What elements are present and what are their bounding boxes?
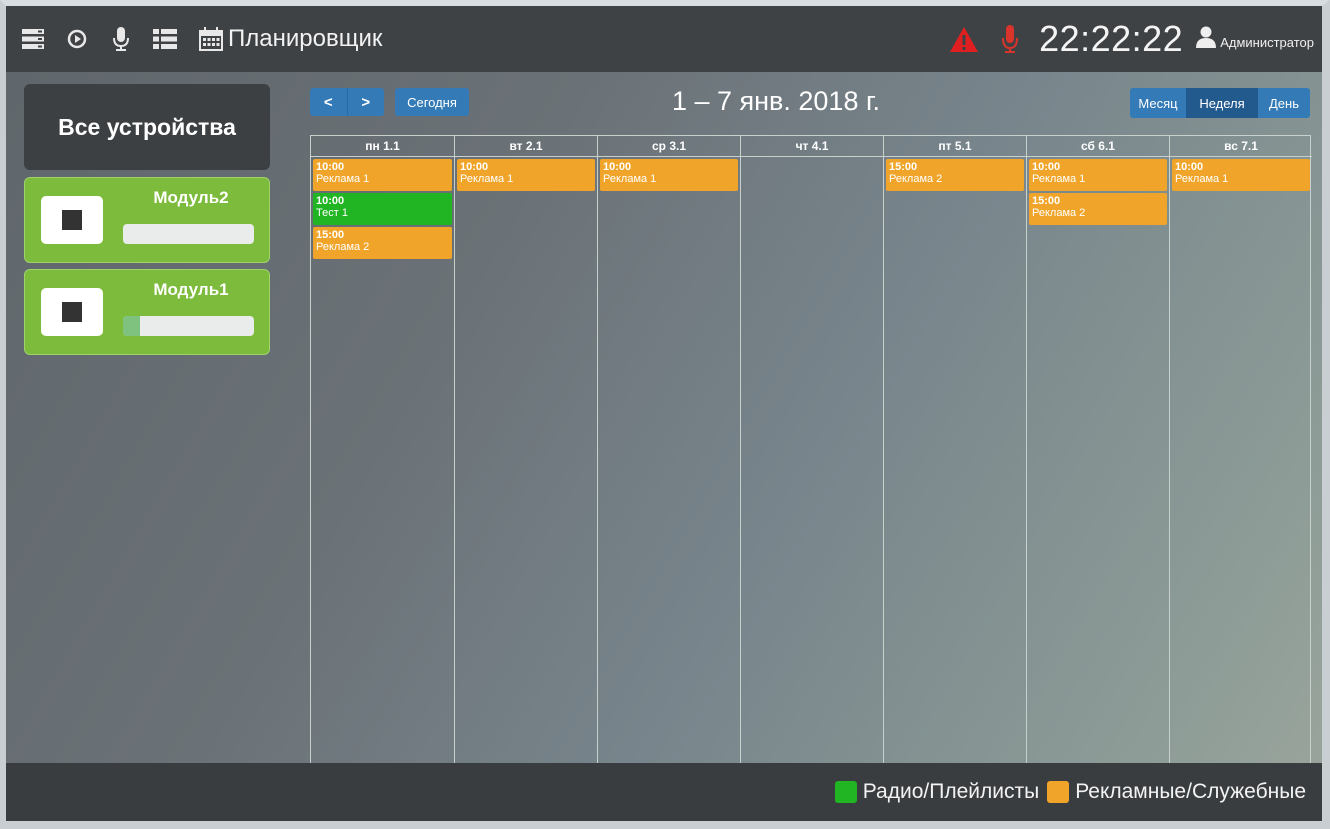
module-volume-fill [123,316,141,336]
day-column[interactable]: пн 1.1 10:00 Реклама 1 10:00 Тест 1 15:0… [311,136,454,764]
calendar-event[interactable]: 15:00 Реклама 2 [886,159,1024,191]
day-column[interactable]: чт 4.1 [740,136,883,764]
event-time: 15:00 [316,229,345,241]
view-week-button[interactable]: Неделя [1186,88,1258,118]
event-time: 10:00 [316,161,345,173]
day-header: чт 4.1 [741,136,883,157]
user-menu[interactable]: Администратор [1195,26,1314,53]
day-column[interactable]: вс 7.1 10:00 Реклама 1 [1169,136,1312,764]
legend-item-ads: Рекламные/Служебные [1047,780,1306,804]
week-grid: пн 1.1 10:00 Реклама 1 10:00 Тест 1 15:0… [310,135,1312,765]
prev-week-button[interactable]: < [310,88,347,116]
module-stop-button[interactable] [41,288,103,336]
legend-swatch-orange [1047,781,1070,803]
clock: 22:22:22 [1039,18,1184,59]
day-header: вт 2.1 [455,136,597,157]
day-header: сб 6.1 [1027,136,1169,157]
day-column[interactable]: сб 6.1 10:00 Реклама 1 15:00 Реклама 2 [1026,136,1169,764]
module-name: Модуль2 [153,188,229,207]
all-devices-button[interactable]: Все устройства [24,84,270,170]
top-bar: Планировщик 22:22:22 Администратор [6,6,1322,72]
event-name: Тест 1 [316,207,348,219]
legend-footer: Радио/Плейлисты Рекламные/Служебные [6,763,1322,821]
event-name: Реклама 2 [889,173,943,185]
calendar-event[interactable]: 10:00 Реклама 1 [313,159,452,191]
calendar-event[interactable]: 15:00 Реклама 2 [313,227,452,259]
event-time: 10:00 [603,161,632,173]
calendar-event[interactable]: 10:00 Реклама 1 [1172,159,1310,191]
event-name: Реклама 1 [1032,173,1086,185]
list-icon[interactable] [152,26,178,52]
view-month-button[interactable]: Месяц [1130,88,1186,118]
next-week-button[interactable]: > [346,88,385,116]
calendar-event[interactable]: 10:00 Реклама 1 [457,159,595,191]
legend-item-radio: Радио/Плейлисты [834,780,1040,804]
day-header: пт 5.1 [884,136,1026,157]
view-switcher: Месяц Неделя День [1130,88,1310,118]
module-stop-button[interactable] [41,196,103,244]
day-column[interactable]: ср 3.1 10:00 Реклама 1 [597,136,740,764]
event-time: 15:00 [1032,195,1061,207]
app-root: Планировщик 22:22:22 Администратор Все у… [6,6,1322,821]
user-icon [1195,26,1217,53]
calendar-event[interactable]: 10:00 Тест 1 [313,193,452,225]
module-name: Модуль1 [153,280,229,299]
day-column[interactable]: пт 5.1 15:00 Реклама 2 [883,136,1026,764]
day-header: пн 1.1 [311,136,454,157]
top-bar-right: 22:22:22 Администратор [949,6,1314,72]
legend-label: Радио/Плейлисты [862,780,1040,803]
module-volume-bar[interactable] [123,316,254,336]
event-name: Реклама 2 [316,241,370,253]
event-name: Реклама 2 [1032,207,1086,219]
day-column[interactable]: вт 2.1 10:00 Реклама 1 [454,136,597,764]
legend-label: Рекламные/Служебные [1075,780,1306,803]
calendar-event[interactable]: 10:00 Реклама 1 [1029,159,1167,191]
event-time: 15:00 [889,161,918,173]
calendar-event[interactable]: 15:00 Реклама 2 [1029,193,1167,225]
event-name: Реклама 1 [460,173,514,185]
day-header: ср 3.1 [598,136,740,157]
calendar-title: 1 – 7 янв. 2018 г. [671,86,881,116]
module-card-2[interactable]: Модуль2 [24,177,270,263]
event-time: 10:00 [1175,161,1204,173]
calendar-icon[interactable] [198,26,224,52]
module-card-1[interactable]: Модуль1 [24,269,270,355]
play-circle-icon[interactable] [64,26,90,52]
calendar-event[interactable]: 10:00 Реклама 1 [600,159,738,191]
warning-icon[interactable] [949,24,979,54]
stop-icon [62,210,82,230]
event-time: 10:00 [460,161,489,173]
server-icon[interactable] [20,26,46,52]
page-title: Планировщик [228,25,383,52]
day-header: вс 7.1 [1170,136,1312,157]
calendar-nav: < > [310,88,384,116]
event-time: 10:00 [1032,161,1061,173]
view-day-button[interactable]: День [1258,88,1310,118]
microphone-alert-icon[interactable] [997,24,1023,54]
stop-icon [62,302,82,322]
event-name: Реклама 1 [603,173,657,185]
microphone-icon[interactable] [108,26,134,52]
today-button[interactable]: Сегодня [395,88,469,116]
legend-swatch-green [834,781,857,803]
user-name: Администратор [1220,34,1314,50]
event-name: Реклама 1 [1175,173,1229,185]
event-time: 10:00 [316,195,345,207]
module-volume-bar[interactable] [123,224,254,244]
all-devices-label: Все устройства [58,113,236,140]
event-name: Реклама 1 [316,173,370,185]
